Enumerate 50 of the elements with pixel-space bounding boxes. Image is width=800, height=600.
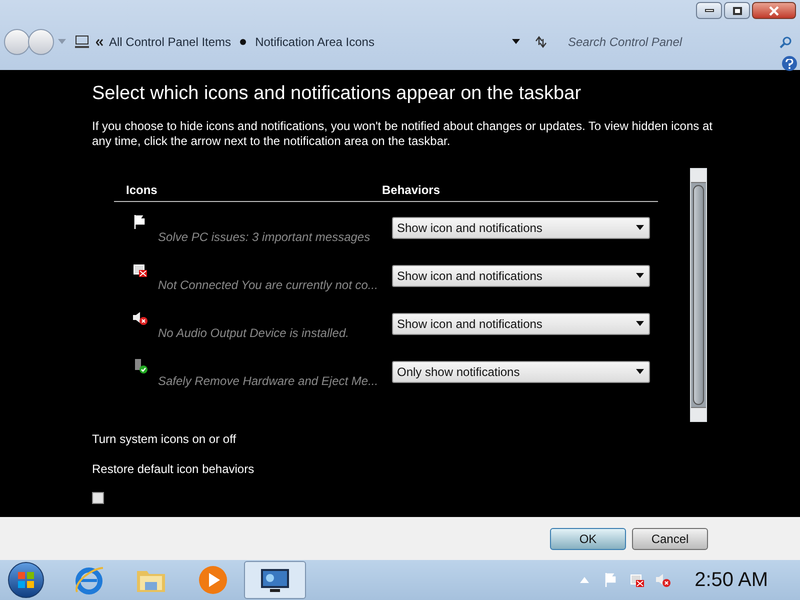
start-button[interactable] — [8, 562, 44, 598]
back-button[interactable] — [4, 29, 30, 55]
help-icon — [785, 58, 794, 68]
description-text: If you choose to hide icons and notifications, you won't be notified about changes or updates. To view hidden icons at any time, click the arrow next to the notification area on the taskbar. — [92, 118, 714, 148]
notification-name: Safely Remove Hardware and Eject Me... — [158, 372, 380, 390]
scrollbar[interactable] — [690, 168, 707, 422]
notification-name: Not Connected You are currently not co... — [158, 276, 379, 294]
restore-button[interactable] — [724, 2, 750, 19]
history-dropdown-icon[interactable] — [512, 39, 520, 45]
minimize-button[interactable] — [696, 2, 722, 19]
dropdown-arrow-icon — [636, 321, 644, 326]
cancel-button[interactable]: Cancel — [632, 528, 708, 550]
breadcrumb[interactable]: All Control Panel Items — [109, 33, 232, 51]
browser-icon — [73, 564, 105, 596]
dropdown-arrow-icon — [636, 225, 644, 230]
behavior-dropdown[interactable]: Show icon and notifications — [392, 312, 650, 334]
network-error-icon — [132, 262, 148, 278]
notification-name: Solve PC issues: 3 important messages — [158, 228, 372, 246]
notification-name: No Audio Output Device is installed. — [158, 324, 350, 342]
forward-button[interactable] — [28, 29, 54, 55]
behavior-dropdown[interactable]: Show icon and notifications — [392, 216, 650, 238]
search-field[interactable]: Search Control Panel — [568, 33, 779, 51]
dropdown-arrow-icon — [58, 39, 66, 45]
computer-icon — [74, 35, 90, 49]
dropdown-arrow-icon — [636, 369, 644, 374]
dropdown-arrow-icon — [636, 273, 644, 278]
clock[interactable]: 2:50 AM — [694, 565, 768, 595]
refresh-icon[interactable] — [534, 35, 548, 49]
muted-speaker-icon — [654, 572, 671, 588]
breadcrumb[interactable]: Notification Area Icons — [255, 33, 374, 51]
double-chevron-icon — [96, 38, 103, 46]
close-button[interactable] — [752, 2, 796, 19]
search-icon — [779, 36, 792, 48]
ok-button[interactable]: OK — [550, 528, 626, 550]
restore-defaults-link[interactable]: Restore default icon behaviors — [92, 460, 254, 478]
column-header: Behaviors — [382, 182, 440, 198]
checkbox[interactable] — [92, 492, 104, 504]
behavior-dropdown[interactable]: Only show notifications — [392, 360, 650, 382]
behavior-dropdown[interactable]: Show icon and notifications — [392, 264, 650, 286]
network-error-icon — [628, 572, 645, 588]
system-icons-link[interactable]: Turn system icons on or off — [92, 430, 236, 448]
close-icon — [769, 6, 779, 16]
separator-dot-icon — [240, 39, 246, 45]
page-heading: Select which icons and notifications appear on the taskbar — [92, 82, 582, 106]
windows-logo-icon — [17, 571, 35, 589]
usb-drive-icon — [132, 358, 148, 374]
taskbar-button[interactable] — [244, 561, 306, 599]
muted-speaker-icon — [132, 310, 148, 326]
play-icon — [197, 564, 229, 596]
column-header: Icons — [125, 182, 158, 198]
